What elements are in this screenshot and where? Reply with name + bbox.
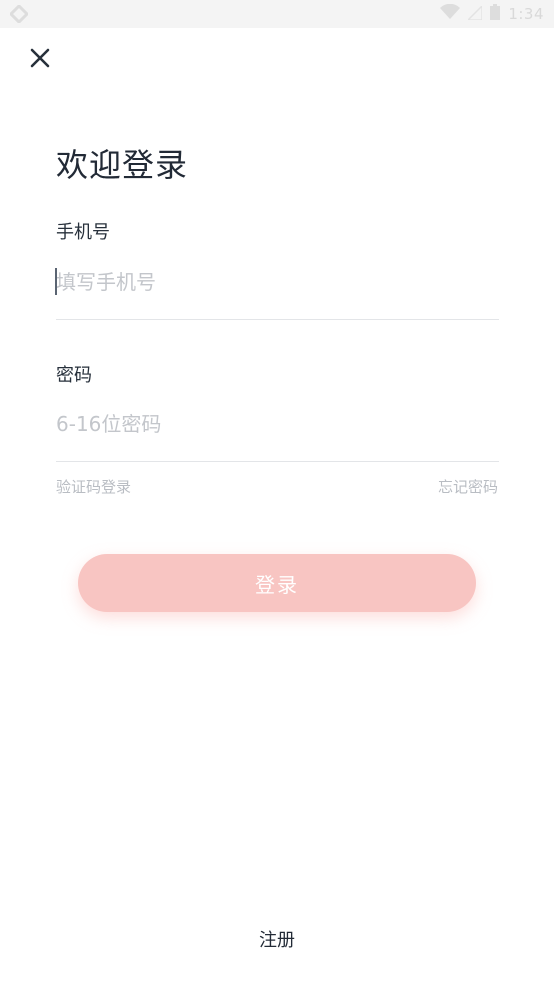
page-title: 欢迎登录	[56, 146, 189, 184]
close-icon	[30, 48, 50, 72]
login-button[interactable]: 登录	[78, 554, 476, 612]
phone-underline	[56, 319, 499, 320]
status-bar: 1:34	[0, 0, 554, 28]
forgot-password-link[interactable]: 忘记密码	[438, 476, 498, 497]
signal-icon	[466, 3, 484, 24]
password-label: 密码	[56, 365, 92, 386]
sms-login-link[interactable]: 验证码登录	[56, 476, 131, 497]
status-time: 1:34	[508, 5, 544, 23]
login-button-label: 登录	[255, 572, 299, 597]
password-underline	[56, 461, 499, 462]
phone-label: 手机号	[56, 222, 110, 243]
text-caret	[55, 268, 57, 295]
register-link[interactable]: 注册	[0, 926, 554, 952]
phone-input[interactable]	[56, 262, 499, 302]
app-icon	[8, 3, 30, 25]
battery-icon	[490, 4, 501, 24]
password-input[interactable]	[56, 404, 499, 444]
status-icons: 1:34	[440, 3, 544, 24]
close-button[interactable]	[26, 46, 54, 74]
login-screen: 1:34 欢迎登录 手机号 密码 验证码登录 忘记密码 登录 注册	[0, 0, 554, 986]
wifi-icon	[440, 3, 461, 24]
